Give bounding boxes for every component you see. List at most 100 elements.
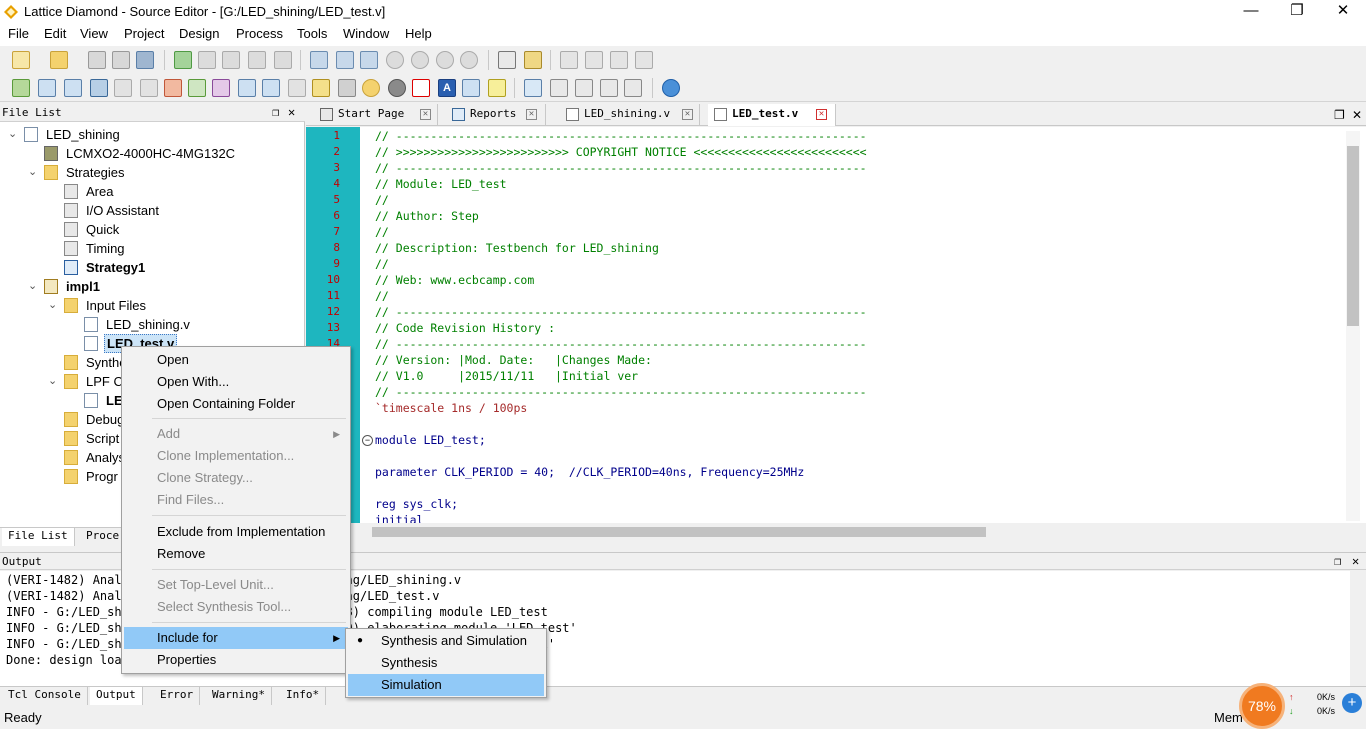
code-line[interactable]: // >>>>>>>>>>>>>>>>>>>>>>>>> COPYRIGHT N… [375, 145, 867, 159]
layout-bottom-icon[interactable] [600, 79, 618, 97]
programmer-icon[interactable] [288, 79, 306, 97]
menu-file[interactable]: File [6, 26, 31, 41]
menu-item-set-top-level-unit[interactable]: Set Top-Level Unit... [124, 574, 348, 596]
tree-item-impl1[interactable]: ⌄ impl1 [0, 277, 305, 296]
chip-icon[interactable] [524, 51, 542, 69]
project-icon[interactable] [12, 79, 30, 97]
menu-item-open-with[interactable]: Open With... [124, 371, 348, 393]
ipexpress-icon[interactable] [212, 79, 230, 97]
wizard-icon[interactable] [488, 79, 506, 97]
cpu-usage-widget[interactable]: 78% [1239, 683, 1285, 729]
menu-item-exclude-from-implementation[interactable]: Exclude from Implementation [124, 521, 348, 543]
code-line[interactable]: module LED_test; [375, 433, 486, 447]
list-icon[interactable] [498, 51, 516, 69]
close-tab-icon[interactable]: ✕ [526, 109, 537, 120]
chevron-down-icon[interactable]: ⌄ [8, 125, 17, 144]
layout-split-icon[interactable] [575, 79, 593, 97]
chevron-down-icon[interactable]: ⌄ [28, 277, 37, 296]
menu-item-find-files[interactable]: Find Files... [124, 489, 348, 511]
zoom-fit-icon[interactable] [336, 51, 354, 69]
code-line[interactable]: // [375, 289, 389, 303]
code-line[interactable]: // [375, 193, 389, 207]
tree-item-strategies[interactable]: ⌄ Strategies [0, 163, 305, 182]
chip-view-icon[interactable] [64, 79, 82, 97]
analyzer-icon[interactable] [262, 79, 280, 97]
rerun-icon[interactable] [610, 51, 628, 69]
tree-item-led-shining-v[interactable]: LED_shining.v [0, 315, 305, 334]
tab-info[interactable]: Info* [280, 687, 327, 705]
close-tab-icon[interactable]: ✕ [682, 109, 693, 120]
step-icon[interactable] [585, 51, 603, 69]
zoom-in-icon[interactable] [386, 51, 404, 69]
code-area[interactable]: // -------------------------------------… [375, 127, 1315, 523]
code-line[interactable]: // V1.0 |2015/11/11 |Initial ver [375, 369, 638, 383]
submenu-item-synthesis-and-simulation[interactable]: ● Synthesis and Simulation [348, 630, 544, 652]
code-line[interactable]: `timescale 1ns / 100ps [375, 401, 527, 415]
synplify-icon[interactable] [412, 79, 430, 97]
code-editor[interactable]: 1234567891011121314151617181920212223242… [306, 127, 1366, 523]
tree-item-timing[interactable]: Timing [0, 239, 305, 258]
close-output-icon[interactable]: ✕ [1352, 554, 1359, 568]
tree-item-device[interactable]: LCMXO2-4000HC-4MG132C [0, 144, 305, 163]
active-hdl-icon[interactable]: A [438, 79, 456, 97]
code-line[interactable]: reg sys_clk; [375, 497, 458, 511]
floorplan-icon[interactable] [164, 79, 182, 97]
menu-tools[interactable]: Tools [295, 26, 329, 41]
layout-right-icon[interactable] [550, 79, 568, 97]
tree-item-io-assistant[interactable]: I/O Assistant [0, 201, 305, 220]
editor-vertical-scroll-thumb[interactable] [1347, 146, 1359, 326]
code-line[interactable]: // -------------------------------------… [375, 305, 867, 319]
menu-view[interactable]: View [78, 26, 110, 41]
fold-collapse-icon[interactable]: − [362, 435, 373, 446]
print-icon[interactable] [136, 51, 154, 69]
menu-item-open-containing-folder[interactable]: Open Containing Folder [124, 393, 348, 415]
find-icon[interactable] [310, 51, 328, 69]
code-line[interactable]: // Code Revision History : [375, 321, 555, 335]
submenu-item-simulation[interactable]: Simulation [348, 674, 544, 696]
menu-item-clone-implementation[interactable]: Clone Implementation... [124, 445, 348, 467]
code-line[interactable]: initial [375, 513, 423, 523]
netlist-icon[interactable] [38, 79, 56, 97]
chevron-down-icon[interactable]: ⌄ [48, 372, 57, 391]
tab-led-shining-v[interactable]: LED_shining.v ✕ [560, 104, 700, 126]
close-panel-icon[interactable]: ✕ [288, 105, 295, 119]
menu-item-add[interactable]: Add ▶ [124, 423, 348, 445]
submenu-item-synthesis[interactable]: Synthesis [348, 652, 544, 674]
close-editor-icon[interactable]: ✕ [1352, 108, 1362, 122]
menu-item-include-for[interactable]: Include for ▶ [124, 627, 348, 649]
menu-item-open[interactable]: Open [124, 349, 348, 371]
restore-button[interactable]: ❐ [1274, 0, 1320, 24]
tree-item-quick[interactable]: Quick [0, 220, 305, 239]
undo-icon[interactable] [174, 51, 192, 69]
new-file-icon[interactable] [12, 51, 30, 69]
float-editor-icon[interactable]: ❐ [1334, 108, 1345, 122]
deploy-icon[interactable] [312, 79, 330, 97]
code-line[interactable]: // Module: LED_test [375, 177, 507, 191]
code-line[interactable]: // -------------------------------------… [375, 337, 867, 351]
code-line[interactable]: // Version: |Mod. Date: |Changes Made: [375, 353, 652, 367]
zoom-out-icon[interactable] [411, 51, 429, 69]
close-window-button[interactable]: ✕ [1320, 0, 1366, 24]
tree-item-area[interactable]: Area [0, 182, 305, 201]
tab-error[interactable]: Error [154, 687, 201, 705]
menu-process[interactable]: Process [234, 26, 285, 41]
tab-reports[interactable]: Reports ✕ [446, 104, 546, 126]
gear-icon[interactable] [362, 79, 380, 97]
stop-icon[interactable] [635, 51, 653, 69]
zoom-area-icon[interactable] [360, 51, 378, 69]
code-line[interactable]: // -------------------------------------… [375, 385, 867, 399]
tab-warning[interactable]: Warning* [206, 687, 272, 705]
tree-item-input-files[interactable]: ⌄ Input Files [0, 296, 305, 315]
save-all-icon[interactable] [112, 51, 130, 69]
tree-item-strategy1[interactable]: Strategy1 [0, 258, 305, 277]
code-line[interactable]: // Web: www.ecbcamp.com [375, 273, 534, 287]
zoom-reset-icon[interactable] [436, 51, 454, 69]
layout-grid-icon[interactable] [624, 79, 642, 97]
float-panel-icon[interactable]: ❐ [272, 105, 279, 119]
zoom-select-icon[interactable] [460, 51, 478, 69]
bus-icon[interactable] [338, 79, 356, 97]
layout-left-icon[interactable] [524, 79, 542, 97]
menu-project[interactable]: Project [122, 26, 166, 41]
code-line[interactable]: // Author: Step [375, 209, 479, 223]
tab-led-test-v[interactable]: LED_test.v ✕ [708, 104, 836, 126]
